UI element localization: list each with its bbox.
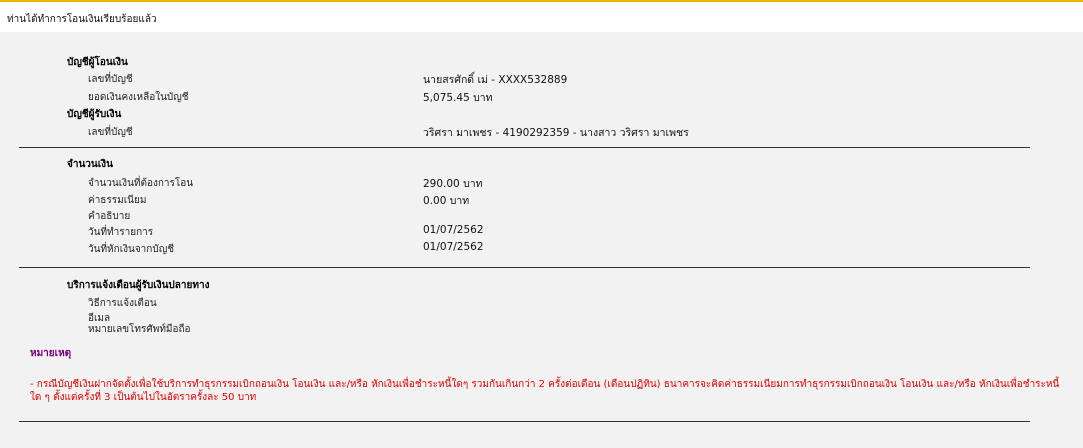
notify-heading: บริการแจ้งเตือนผู้รับเงินปลายทาง — [67, 280, 210, 291]
transfer-amount-label: จำนวนเงินที่ต้องการโอน — [88, 178, 194, 189]
balance-label: ยอดเงินคงเหลือในบัญชี — [88, 92, 189, 103]
remark-heading: หมายเหตุ — [30, 348, 72, 359]
confirmation-title: ท่านได้ทำการโอนเงินเรียบร้อยแล้ว — [7, 14, 157, 25]
description-label: คำอธิบาย — [88, 211, 131, 222]
balance-value: 5,075.45 บาท — [423, 92, 493, 104]
amount-heading: จำนวนเงิน — [67, 159, 113, 170]
notify-phone-label: หมายเลขโทรศัพท์มือถือ — [88, 324, 191, 335]
from-account-heading: บัญชีผู้โอนเงิน — [67, 57, 128, 68]
notify-method-label: วิธีการแจ้งเตือน — [88, 298, 157, 309]
fee-value: 0.00 บาท — [423, 195, 470, 207]
remark-text: - กรณีบัญชีเงินฝากจัดตั้งเพื่อใช้บริการท… — [30, 379, 1060, 403]
section-divider — [19, 147, 1030, 148]
fee-label: ค่าธรรมเนียม — [88, 195, 147, 206]
to-account-heading: บัญชีผู้รับเงิน — [67, 109, 122, 120]
to-account-number-label: เลขที่บัญชี — [88, 127, 133, 138]
section-divider — [19, 267, 1030, 268]
debit-date-value: 01/07/2562 — [423, 241, 484, 253]
transfer-amount-value: 290.00 บาท — [423, 178, 483, 190]
from-account-number-label: เลขที่บัญชี — [88, 74, 133, 85]
from-account-number-value: นายสรศักดิ์ เม่ - XXXX532889 — [423, 74, 568, 86]
section-divider — [19, 421, 1030, 422]
transaction-date-value: 01/07/2562 — [423, 224, 484, 236]
transaction-date-label: วันที่ทำรายการ — [88, 227, 154, 238]
debit-date-label: วันที่หักเงินจากบัญชี — [88, 244, 175, 255]
to-account-number-value: วริศรา มาเพชร - 4190292359 - นางสาว วริศ… — [423, 127, 689, 139]
confirmation-header: ท่านได้ทำการโอนเงินเรียบร้อยแล้ว — [0, 0, 1083, 32]
